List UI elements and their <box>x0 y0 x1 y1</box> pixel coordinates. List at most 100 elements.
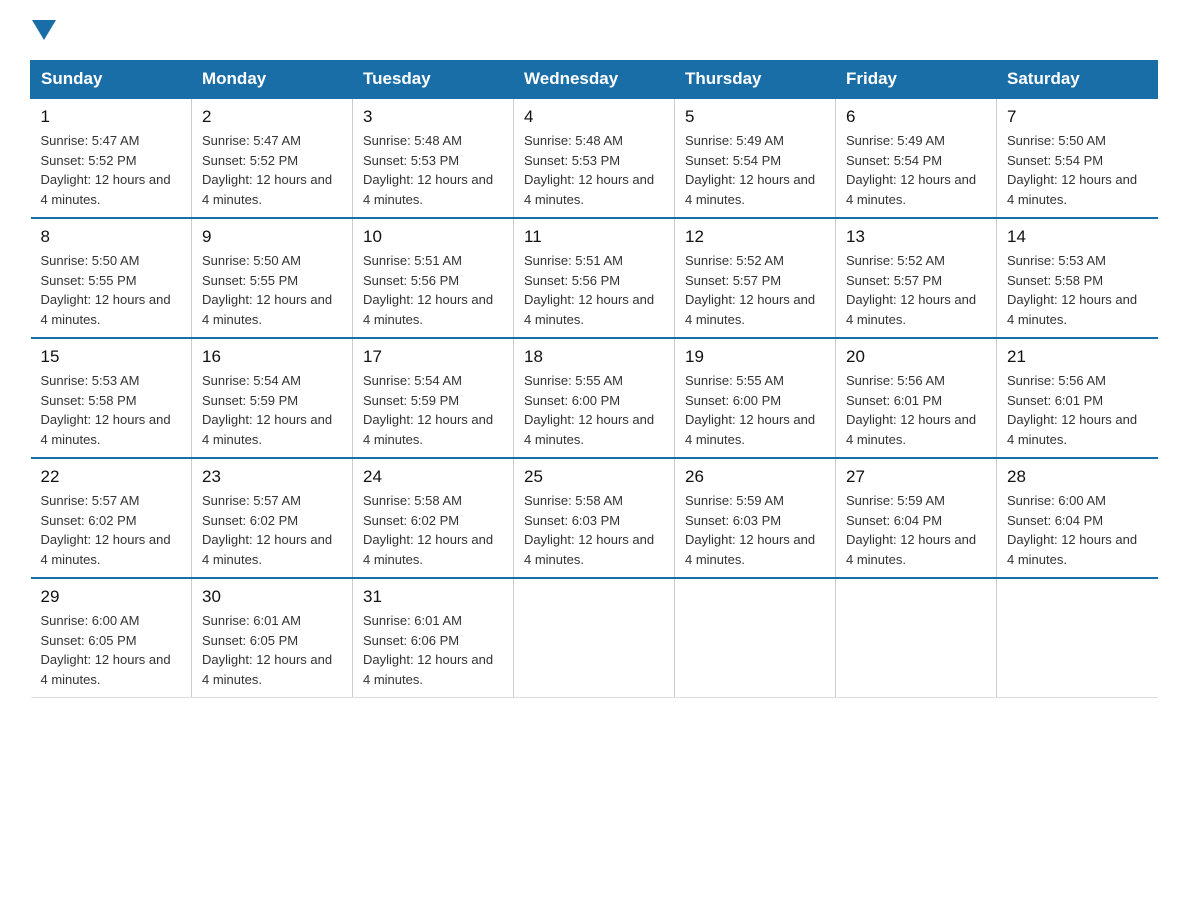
day-info: Sunrise: 5:50 AM Sunset: 5:55 PM Dayligh… <box>41 251 182 329</box>
calendar-header: SundayMondayTuesdayWednesdayThursdayFrid… <box>31 61 1158 99</box>
calendar-cell: 1 Sunrise: 5:47 AM Sunset: 5:52 PM Dayli… <box>31 98 192 218</box>
day-number: 2 <box>202 107 342 127</box>
day-info: Sunrise: 5:58 AM Sunset: 6:02 PM Dayligh… <box>363 491 503 569</box>
day-number: 19 <box>685 347 825 367</box>
calendar-cell: 30 Sunrise: 6:01 AM Sunset: 6:05 PM Dayl… <box>192 578 353 698</box>
calendar-cell <box>514 578 675 698</box>
day-info: Sunrise: 5:52 AM Sunset: 5:57 PM Dayligh… <box>685 251 825 329</box>
day-info: Sunrise: 5:53 AM Sunset: 5:58 PM Dayligh… <box>41 371 182 449</box>
day-number: 8 <box>41 227 182 247</box>
weekday-header-saturday: Saturday <box>997 61 1158 99</box>
calendar-week-1: 1 Sunrise: 5:47 AM Sunset: 5:52 PM Dayli… <box>31 98 1158 218</box>
calendar-cell: 20 Sunrise: 5:56 AM Sunset: 6:01 PM Dayl… <box>836 338 997 458</box>
calendar-cell: 7 Sunrise: 5:50 AM Sunset: 5:54 PM Dayli… <box>997 98 1158 218</box>
day-info: Sunrise: 5:50 AM Sunset: 5:54 PM Dayligh… <box>1007 131 1148 209</box>
calendar-cell: 13 Sunrise: 5:52 AM Sunset: 5:57 PM Dayl… <box>836 218 997 338</box>
day-info: Sunrise: 5:56 AM Sunset: 6:01 PM Dayligh… <box>846 371 986 449</box>
day-number: 31 <box>363 587 503 607</box>
day-number: 22 <box>41 467 182 487</box>
calendar-cell: 5 Sunrise: 5:49 AM Sunset: 5:54 PM Dayli… <box>675 98 836 218</box>
day-info: Sunrise: 6:01 AM Sunset: 6:05 PM Dayligh… <box>202 611 342 689</box>
day-number: 16 <box>202 347 342 367</box>
weekday-header-friday: Friday <box>836 61 997 99</box>
day-number: 9 <box>202 227 342 247</box>
calendar-cell <box>675 578 836 698</box>
day-info: Sunrise: 5:52 AM Sunset: 5:57 PM Dayligh… <box>846 251 986 329</box>
day-number: 30 <box>202 587 342 607</box>
day-info: Sunrise: 5:48 AM Sunset: 5:53 PM Dayligh… <box>524 131 664 209</box>
calendar-week-5: 29 Sunrise: 6:00 AM Sunset: 6:05 PM Dayl… <box>31 578 1158 698</box>
day-number: 13 <box>846 227 986 247</box>
calendar-cell: 17 Sunrise: 5:54 AM Sunset: 5:59 PM Dayl… <box>353 338 514 458</box>
weekday-header-monday: Monday <box>192 61 353 99</box>
day-number: 15 <box>41 347 182 367</box>
calendar-week-3: 15 Sunrise: 5:53 AM Sunset: 5:58 PM Dayl… <box>31 338 1158 458</box>
calendar-cell <box>997 578 1158 698</box>
day-info: Sunrise: 6:00 AM Sunset: 6:05 PM Dayligh… <box>41 611 182 689</box>
day-info: Sunrise: 5:53 AM Sunset: 5:58 PM Dayligh… <box>1007 251 1148 329</box>
day-info: Sunrise: 5:57 AM Sunset: 6:02 PM Dayligh… <box>41 491 182 569</box>
calendar-cell: 21 Sunrise: 5:56 AM Sunset: 6:01 PM Dayl… <box>997 338 1158 458</box>
calendar-cell: 26 Sunrise: 5:59 AM Sunset: 6:03 PM Dayl… <box>675 458 836 578</box>
calendar-cell: 27 Sunrise: 5:59 AM Sunset: 6:04 PM Dayl… <box>836 458 997 578</box>
day-number: 28 <box>1007 467 1148 487</box>
page-header <box>30 20 1158 40</box>
day-info: Sunrise: 5:47 AM Sunset: 5:52 PM Dayligh… <box>202 131 342 209</box>
day-info: Sunrise: 5:59 AM Sunset: 6:04 PM Dayligh… <box>846 491 986 569</box>
day-info: Sunrise: 5:56 AM Sunset: 6:01 PM Dayligh… <box>1007 371 1148 449</box>
day-info: Sunrise: 5:58 AM Sunset: 6:03 PM Dayligh… <box>524 491 664 569</box>
day-info: Sunrise: 5:55 AM Sunset: 6:00 PM Dayligh… <box>685 371 825 449</box>
day-info: Sunrise: 5:49 AM Sunset: 5:54 PM Dayligh… <box>685 131 825 209</box>
day-info: Sunrise: 5:54 AM Sunset: 5:59 PM Dayligh… <box>202 371 342 449</box>
day-number: 17 <box>363 347 503 367</box>
calendar-cell: 14 Sunrise: 5:53 AM Sunset: 5:58 PM Dayl… <box>997 218 1158 338</box>
day-info: Sunrise: 5:51 AM Sunset: 5:56 PM Dayligh… <box>524 251 664 329</box>
weekday-header-wednesday: Wednesday <box>514 61 675 99</box>
day-info: Sunrise: 5:55 AM Sunset: 6:00 PM Dayligh… <box>524 371 664 449</box>
calendar-cell: 22 Sunrise: 5:57 AM Sunset: 6:02 PM Dayl… <box>31 458 192 578</box>
calendar-table: SundayMondayTuesdayWednesdayThursdayFrid… <box>30 60 1158 698</box>
day-info: Sunrise: 5:51 AM Sunset: 5:56 PM Dayligh… <box>363 251 503 329</box>
calendar-cell: 19 Sunrise: 5:55 AM Sunset: 6:00 PM Dayl… <box>675 338 836 458</box>
day-number: 4 <box>524 107 664 127</box>
calendar-cell: 11 Sunrise: 5:51 AM Sunset: 5:56 PM Dayl… <box>514 218 675 338</box>
calendar-cell: 29 Sunrise: 6:00 AM Sunset: 6:05 PM Dayl… <box>31 578 192 698</box>
day-info: Sunrise: 6:01 AM Sunset: 6:06 PM Dayligh… <box>363 611 503 689</box>
day-number: 18 <box>524 347 664 367</box>
day-number: 25 <box>524 467 664 487</box>
day-info: Sunrise: 5:47 AM Sunset: 5:52 PM Dayligh… <box>41 131 182 209</box>
weekday-header-tuesday: Tuesday <box>353 61 514 99</box>
calendar-cell: 3 Sunrise: 5:48 AM Sunset: 5:53 PM Dayli… <box>353 98 514 218</box>
day-number: 26 <box>685 467 825 487</box>
day-number: 5 <box>685 107 825 127</box>
logo-arrow-icon <box>32 20 56 40</box>
calendar-cell: 15 Sunrise: 5:53 AM Sunset: 5:58 PM Dayl… <box>31 338 192 458</box>
day-info: Sunrise: 5:57 AM Sunset: 6:02 PM Dayligh… <box>202 491 342 569</box>
calendar-cell: 9 Sunrise: 5:50 AM Sunset: 5:55 PM Dayli… <box>192 218 353 338</box>
day-number: 14 <box>1007 227 1148 247</box>
calendar-cell: 23 Sunrise: 5:57 AM Sunset: 6:02 PM Dayl… <box>192 458 353 578</box>
calendar-week-2: 8 Sunrise: 5:50 AM Sunset: 5:55 PM Dayli… <box>31 218 1158 338</box>
calendar-cell: 4 Sunrise: 5:48 AM Sunset: 5:53 PM Dayli… <box>514 98 675 218</box>
day-info: Sunrise: 5:49 AM Sunset: 5:54 PM Dayligh… <box>846 131 986 209</box>
calendar-cell: 2 Sunrise: 5:47 AM Sunset: 5:52 PM Dayli… <box>192 98 353 218</box>
weekday-row: SundayMondayTuesdayWednesdayThursdayFrid… <box>31 61 1158 99</box>
calendar-cell: 28 Sunrise: 6:00 AM Sunset: 6:04 PM Dayl… <box>997 458 1158 578</box>
day-number: 23 <box>202 467 342 487</box>
calendar-week-4: 22 Sunrise: 5:57 AM Sunset: 6:02 PM Dayl… <box>31 458 1158 578</box>
calendar-cell: 12 Sunrise: 5:52 AM Sunset: 5:57 PM Dayl… <box>675 218 836 338</box>
day-info: Sunrise: 5:54 AM Sunset: 5:59 PM Dayligh… <box>363 371 503 449</box>
day-number: 7 <box>1007 107 1148 127</box>
day-number: 10 <box>363 227 503 247</box>
calendar-cell: 16 Sunrise: 5:54 AM Sunset: 5:59 PM Dayl… <box>192 338 353 458</box>
day-number: 3 <box>363 107 503 127</box>
weekday-header-thursday: Thursday <box>675 61 836 99</box>
calendar-cell: 24 Sunrise: 5:58 AM Sunset: 6:02 PM Dayl… <box>353 458 514 578</box>
day-info: Sunrise: 5:59 AM Sunset: 6:03 PM Dayligh… <box>685 491 825 569</box>
calendar-cell: 31 Sunrise: 6:01 AM Sunset: 6:06 PM Dayl… <box>353 578 514 698</box>
calendar-cell: 6 Sunrise: 5:49 AM Sunset: 5:54 PM Dayli… <box>836 98 997 218</box>
day-number: 20 <box>846 347 986 367</box>
day-number: 21 <box>1007 347 1148 367</box>
day-number: 6 <box>846 107 986 127</box>
day-number: 24 <box>363 467 503 487</box>
